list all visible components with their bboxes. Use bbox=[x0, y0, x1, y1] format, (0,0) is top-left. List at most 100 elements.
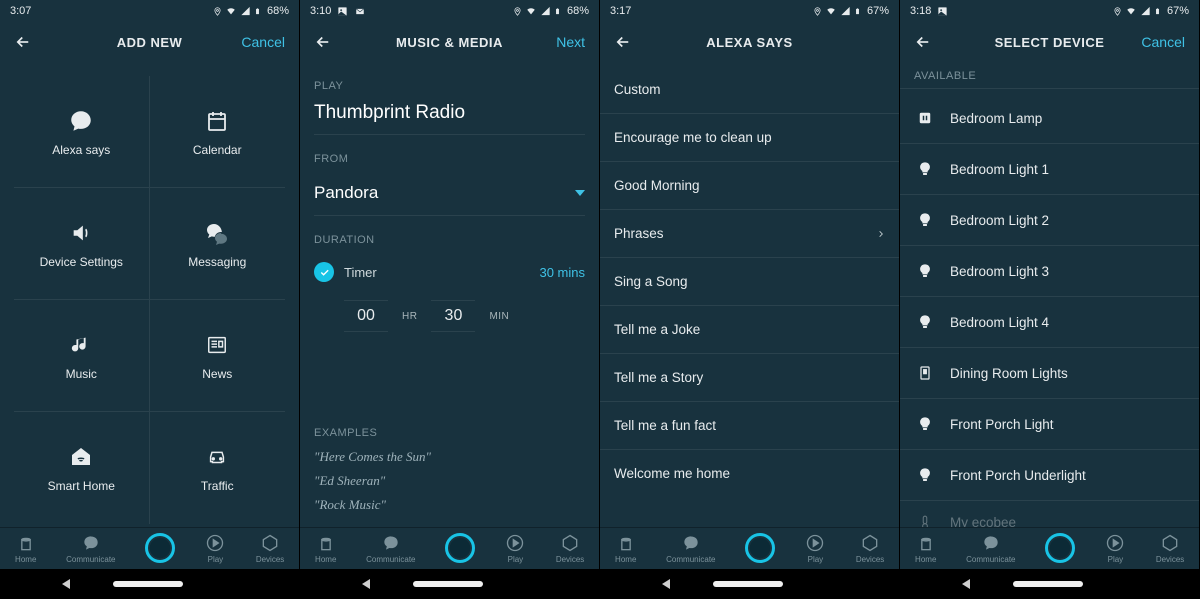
grid-news[interactable]: News bbox=[150, 300, 286, 412]
devices-icon bbox=[259, 532, 281, 554]
app-header: MUSIC & MEDIA Next bbox=[300, 22, 599, 62]
action-grid: Alexa says Calendar Device Settings Mess… bbox=[14, 76, 285, 524]
nav-alexa[interactable] bbox=[145, 533, 175, 563]
nav-communicate[interactable]: Communicate bbox=[966, 532, 1015, 564]
list-item[interactable]: Tell me a fun fact bbox=[600, 402, 899, 450]
cancel-button[interactable]: Cancel bbox=[1141, 34, 1185, 50]
device-row[interactable]: Front Porch Underlight bbox=[900, 450, 1199, 501]
picker-minutes[interactable]: 30 bbox=[431, 300, 475, 332]
nav-alexa[interactable] bbox=[445, 533, 475, 563]
sys-recent-spacer bbox=[527, 579, 537, 589]
bottom-nav: Home Communicate Play Devices bbox=[600, 527, 899, 569]
nav-alexa[interactable] bbox=[745, 533, 775, 563]
nav-play[interactable]: Play bbox=[804, 532, 826, 564]
nav-devices[interactable]: Devices bbox=[256, 532, 284, 564]
grid-traffic[interactable]: Traffic bbox=[150, 412, 286, 524]
sys-recent-spacer bbox=[827, 579, 837, 589]
nav-communicate[interactable]: Communicate bbox=[666, 532, 715, 564]
example-line: "Here Comes the Sun" bbox=[314, 445, 585, 469]
grid-device-settings[interactable]: Device Settings bbox=[14, 188, 150, 300]
list-item[interactable]: Sing a Song bbox=[600, 258, 899, 306]
nav-home[interactable]: Home bbox=[615, 532, 637, 564]
back-button[interactable] bbox=[614, 33, 632, 51]
bottom-nav: Home Communicate Play Devices bbox=[0, 527, 299, 569]
device-row[interactable]: My ecobee bbox=[900, 501, 1199, 527]
picker-hours[interactable]: 00 bbox=[344, 300, 388, 332]
nav-communicate[interactable]: Communicate bbox=[366, 532, 415, 564]
nav-home[interactable]: Home bbox=[915, 532, 937, 564]
nav-home[interactable]: Home bbox=[315, 532, 337, 564]
nav-play[interactable]: Play bbox=[504, 532, 526, 564]
device-row[interactable]: Bedroom Light 3 bbox=[900, 246, 1199, 297]
device-row[interactable]: Dining Room Lights bbox=[900, 348, 1199, 399]
app-header: SELECT DEVICE Cancel bbox=[900, 22, 1199, 62]
screen-alexa-says: 3:17 67% ALEXA SAYS Custom Encourage me … bbox=[600, 0, 900, 599]
list-item[interactable]: Encourage me to clean up bbox=[600, 114, 899, 162]
sys-home-pill[interactable] bbox=[1013, 581, 1083, 587]
status-battery: 68% bbox=[567, 5, 589, 17]
sys-home-pill[interactable] bbox=[713, 581, 783, 587]
wifi-icon bbox=[1125, 6, 1137, 16]
example-line: "Rock Music" bbox=[314, 493, 585, 517]
device-row[interactable]: Bedroom Light 2 bbox=[900, 195, 1199, 246]
time-picker[interactable]: 00 HR 30 MIN bbox=[314, 292, 585, 336]
sys-back-button[interactable] bbox=[962, 579, 970, 589]
status-icons bbox=[213, 6, 261, 17]
nav-devices[interactable]: Devices bbox=[856, 532, 884, 564]
sys-home-pill[interactable] bbox=[413, 581, 483, 587]
speaker-icon bbox=[67, 219, 95, 247]
device-row[interactable]: Front Porch Light bbox=[900, 399, 1199, 450]
play-input[interactable]: Thumbprint Radio bbox=[314, 98, 585, 135]
cancel-button[interactable]: Cancel bbox=[241, 34, 285, 50]
bulb-icon bbox=[914, 413, 936, 435]
check-circle-icon bbox=[314, 262, 334, 282]
chevron-down-icon bbox=[575, 190, 585, 196]
from-dropdown[interactable]: Pandora bbox=[314, 171, 585, 216]
from-label: FROM bbox=[314, 153, 585, 165]
back-button[interactable] bbox=[14, 33, 32, 51]
list-item[interactable]: Welcome me home bbox=[600, 450, 899, 497]
nav-devices[interactable]: Devices bbox=[1156, 532, 1184, 564]
page-title: ALEXA SAYS bbox=[600, 35, 899, 50]
grid-messaging[interactable]: Messaging bbox=[150, 188, 286, 300]
screen-add-new: 3:07 68% ADD NEW Cancel Alexa says bbox=[0, 0, 300, 599]
next-button[interactable]: Next bbox=[556, 34, 585, 50]
sys-back-button[interactable] bbox=[662, 579, 670, 589]
devices-icon bbox=[859, 532, 881, 554]
play-icon bbox=[1104, 532, 1126, 554]
grid-smart-home[interactable]: Smart Home bbox=[14, 412, 150, 524]
back-button[interactable] bbox=[914, 33, 932, 51]
grid-calendar[interactable]: Calendar bbox=[150, 76, 286, 188]
list-item[interactable]: Custom bbox=[600, 66, 899, 114]
android-nav bbox=[0, 569, 299, 599]
cell-label: Music bbox=[66, 367, 97, 381]
status-battery: 67% bbox=[1167, 5, 1189, 17]
grid-music[interactable]: Music bbox=[14, 300, 150, 412]
list-item-phrases[interactable]: Phrases bbox=[600, 210, 899, 258]
screen-select-device: 3:18 67% SELECT DEVICE Cancel AVAILABLE … bbox=[900, 0, 1200, 599]
content: Custom Encourage me to clean up Good Mor… bbox=[600, 62, 899, 527]
status-time: 3:17 bbox=[610, 5, 631, 17]
cell-label: Traffic bbox=[201, 479, 234, 493]
nav-play[interactable]: Play bbox=[1104, 532, 1126, 564]
sys-back-button[interactable] bbox=[362, 579, 370, 589]
device-row[interactable]: Bedroom Light 4 bbox=[900, 297, 1199, 348]
list-item[interactable]: Tell me a Story bbox=[600, 354, 899, 402]
device-row[interactable]: Bedroom Lamp bbox=[900, 93, 1199, 144]
nav-communicate[interactable]: Communicate bbox=[66, 532, 115, 564]
timer-value: 30 mins bbox=[539, 265, 585, 280]
sys-back-button[interactable] bbox=[62, 579, 70, 589]
device-row[interactable]: Bedroom Light 1 bbox=[900, 144, 1199, 195]
nav-alexa[interactable] bbox=[1045, 533, 1075, 563]
nav-play[interactable]: Play bbox=[204, 532, 226, 564]
list-item[interactable]: Tell me a Joke bbox=[600, 306, 899, 354]
back-button[interactable] bbox=[314, 33, 332, 51]
cell-label: Messaging bbox=[188, 255, 246, 269]
list-item[interactable]: Good Morning bbox=[600, 162, 899, 210]
grid-alexa-says[interactable]: Alexa says bbox=[14, 76, 150, 188]
nav-devices[interactable]: Devices bbox=[556, 532, 584, 564]
sys-home-pill[interactable] bbox=[113, 581, 183, 587]
timer-row[interactable]: Timer 30 mins bbox=[314, 252, 585, 292]
content: Alexa says Calendar Device Settings Mess… bbox=[0, 62, 299, 527]
nav-home[interactable]: Home bbox=[15, 532, 37, 564]
